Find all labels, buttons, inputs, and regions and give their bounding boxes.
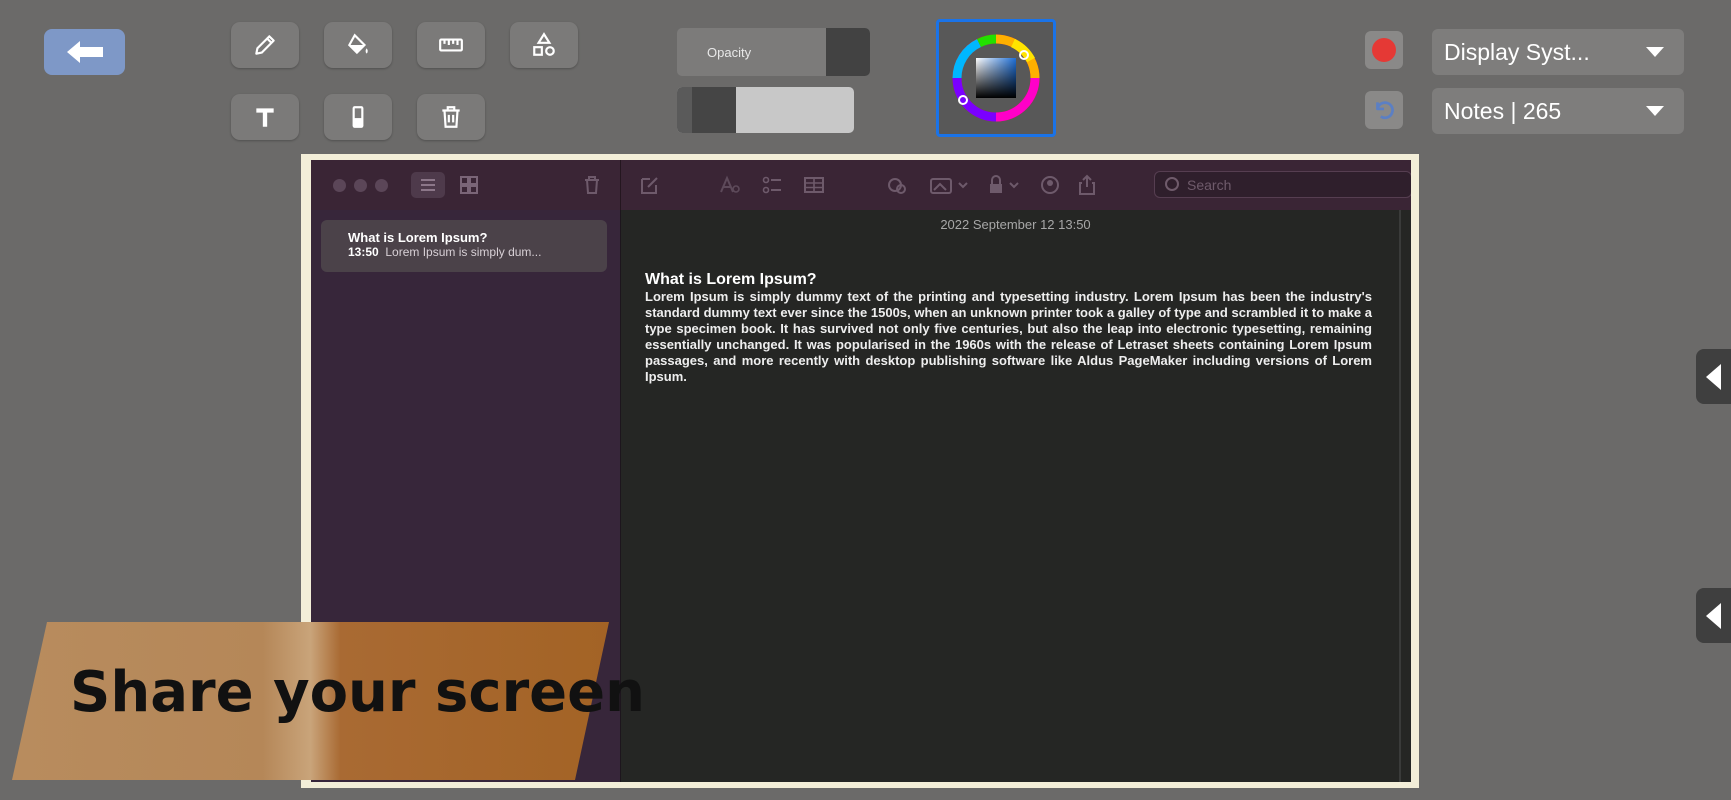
clear-button[interactable] [417, 94, 485, 140]
window-minimize-dot[interactable] [354, 179, 367, 192]
note-item-preview: Lorem Ipsum is simply dum... [385, 245, 542, 259]
chevron-left-icon [1706, 602, 1721, 629]
format-button[interactable] [719, 174, 741, 196]
search-placeholder: Search [1187, 176, 1232, 193]
window-close-dot[interactable] [333, 179, 346, 192]
trash-icon [442, 106, 460, 128]
opacity-slider-thumb[interactable] [826, 28, 870, 76]
undo-button[interactable] [1365, 91, 1403, 129]
collaborate-button[interactable] [886, 174, 908, 196]
grid-icon [460, 176, 478, 194]
toolbar-divider [620, 160, 621, 210]
share-banner-text: Share your screen [70, 660, 646, 725]
undo-icon [1376, 101, 1394, 120]
record-icon [1372, 38, 1396, 62]
note-item-time: 13:50 [348, 245, 379, 259]
note-title: What is Lorem Ipsum? [645, 271, 817, 288]
shapes-icon [533, 32, 555, 56]
display-select-value: Display Syst... [1444, 38, 1590, 65]
window-select-value: Notes | 265 [1444, 97, 1562, 124]
back-arrow-icon [66, 41, 103, 63]
note-text: Lorem Ipsum is simply dummy text of the … [645, 289, 1372, 384]
checklist-button[interactable] [761, 174, 783, 196]
notes-search-field[interactable]: Search [1154, 171, 1411, 198]
table-icon [804, 177, 824, 193]
compose-icon [641, 177, 658, 194]
opacity-label: Opacity [707, 45, 752, 60]
chevron-down-icon [1646, 106, 1664, 116]
share-icon [1079, 174, 1095, 195]
pencil-button[interactable] [231, 22, 299, 68]
note-date: 2022 September 12 13:50 [940, 217, 1091, 232]
media-button[interactable] [929, 174, 971, 196]
photo-icon [930, 178, 968, 194]
window-select-dropdown[interactable]: Notes | 265 [1432, 88, 1684, 134]
chevron-left-icon [1706, 363, 1721, 390]
brush-size-slider[interactable] [677, 87, 854, 133]
side-panel-toggle-bottom[interactable] [1696, 588, 1731, 643]
brush-size-slider-thumb[interactable] [692, 87, 736, 133]
color-wheel-icon [952, 34, 1040, 122]
lock-button[interactable] [986, 174, 1026, 196]
display-select-dropdown[interactable]: Display Syst... [1432, 29, 1684, 75]
text-button[interactable] [231, 94, 299, 140]
brush-size-track-filled [677, 87, 692, 133]
record-button[interactable] [1365, 31, 1403, 69]
person-circle-icon [1041, 176, 1059, 194]
gallery-view-button[interactable] [458, 174, 480, 196]
lock-icon [990, 175, 1019, 193]
pencil-icon [255, 35, 275, 55]
paint-bucket-icon [347, 33, 368, 55]
eraser-button[interactable] [324, 94, 392, 140]
table-button[interactable] [803, 174, 825, 196]
side-panel-toggle-top[interactable] [1696, 349, 1731, 404]
opacity-slider[interactable]: Opacity [677, 28, 870, 76]
ruler-icon [439, 38, 463, 52]
list-item[interactable]: What is Lorem Ipsum? 13:50 Lorem Ipsum i… [321, 220, 607, 272]
text-icon [256, 108, 274, 127]
share-button[interactable] [1076, 174, 1098, 196]
back-button[interactable] [44, 29, 125, 75]
window-zoom-dot[interactable] [375, 179, 388, 192]
color-picker-button[interactable] [936, 19, 1056, 137]
delete-note-button[interactable] [581, 174, 603, 196]
list-view-button[interactable] [411, 172, 445, 198]
ruler-button[interactable] [417, 22, 485, 68]
search-icon [1165, 177, 1179, 191]
eraser-icon [352, 106, 364, 128]
new-note-button[interactable] [639, 174, 661, 196]
trash-icon [585, 176, 599, 194]
share-people-button[interactable] [1039, 174, 1061, 196]
collaborate-icon [888, 178, 906, 194]
checklist-icon [762, 176, 781, 194]
shapes-button[interactable] [510, 22, 578, 68]
note-editor[interactable]: What is Lorem Ipsum? Lorem Ipsum is simp… [645, 272, 1372, 385]
fill-button[interactable] [324, 22, 392, 68]
chevron-down-icon [1646, 47, 1664, 57]
note-item-title: What is Lorem Ipsum? [348, 230, 488, 245]
list-view-icon [421, 179, 435, 191]
notes-toolbar: Search [311, 160, 1411, 210]
note-scrollbar[interactable] [1399, 210, 1401, 782]
text-format-icon [720, 175, 740, 193]
